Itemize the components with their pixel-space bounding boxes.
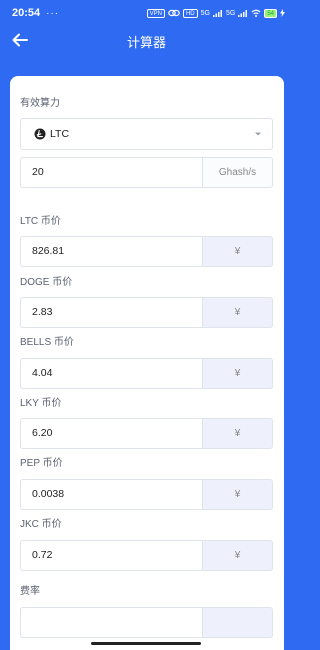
- wifi-icon: [251, 9, 261, 17]
- price-input-lky[interactable]: 6.20: [20, 418, 202, 449]
- price-input-doge[interactable]: 2.83: [20, 297, 202, 328]
- price-label-ltc: LTC 币价: [20, 216, 61, 227]
- coin-select-value: LTC: [50, 128, 70, 140]
- price-row-pep: 0.0038 ¥: [20, 479, 273, 510]
- coin-select[interactable]: LTC: [20, 118, 273, 150]
- vpn-icon: VPN: [146, 8, 165, 18]
- signal-icon-2: [238, 10, 248, 17]
- price-row-bells: 4.04 ¥: [20, 358, 273, 389]
- price-unit-bells: ¥: [202, 358, 273, 389]
- network-5g-icon: 5G: [200, 9, 210, 17]
- price-label-doge: DOGE 币价: [20, 277, 73, 288]
- hashrate-row: 20 Ghash/s: [20, 157, 273, 188]
- hashrate-input[interactable]: 20: [20, 157, 202, 188]
- fee-rate-label: 费率: [20, 586, 40, 597]
- litecoin-icon: [34, 128, 46, 140]
- status-time: 20:54: [12, 7, 41, 19]
- price-unit-pep: ¥: [202, 479, 273, 510]
- price-label-bells: BELLS 币价: [20, 337, 74, 348]
- status-more-dots: ···: [46, 7, 60, 19]
- fee-rate-input[interactable]: [20, 607, 202, 638]
- price-row-jkc: 0.72 ¥: [20, 540, 273, 571]
- charging-icon: [280, 9, 285, 17]
- price-unit-ltc: ¥: [202, 236, 273, 267]
- back-arrow-icon[interactable]: [10, 30, 30, 50]
- hd-icon: HD: [182, 8, 198, 18]
- dropdown-caret-icon: [255, 132, 261, 136]
- price-input-ltc[interactable]: 826.81: [20, 236, 202, 267]
- link-icon: [168, 9, 180, 17]
- home-indicator[interactable]: [91, 642, 201, 645]
- hashrate-label: 有效算力: [20, 98, 60, 109]
- price-row-ltc: 826.81 ¥: [20, 236, 273, 267]
- fee-rate-row: [20, 607, 273, 638]
- price-unit-lky: ¥: [202, 418, 273, 449]
- battery-icon: 54: [264, 8, 277, 18]
- signal-icon: [212, 10, 222, 17]
- network-5g-icon-2: 5G: [225, 9, 236, 17]
- status-icons: VPN HD 5G 5G 54: [146, 8, 285, 18]
- status-bar: 20:54 ··· VPN HD 5G 5G 54: [0, 0, 293, 26]
- price-input-bells[interactable]: 4.04: [20, 358, 202, 389]
- price-label-jkc: JKC 币价: [20, 519, 62, 530]
- price-label-pep: PEP 币价: [20, 458, 63, 469]
- price-row-doge: 2.83 ¥: [20, 297, 273, 328]
- fee-rate-unit: [202, 607, 273, 638]
- price-unit-jkc: ¥: [202, 540, 273, 571]
- hashrate-unit: Ghash/s: [202, 157, 273, 188]
- price-unit-doge: ¥: [202, 297, 273, 328]
- price-input-pep[interactable]: 0.0038: [20, 479, 202, 510]
- price-label-lky: LKY 币价: [20, 398, 62, 409]
- price-row-lky: 6.20 ¥: [20, 418, 273, 449]
- calculator-card: 有效算力 LTC 20 Ghash/s LTC 币价 826.81 ¥ DOGE…: [10, 76, 284, 650]
- price-input-jkc[interactable]: 0.72: [20, 540, 202, 571]
- page-title: 计算器: [126, 34, 166, 50]
- app-header: 计算器: [0, 26, 293, 56]
